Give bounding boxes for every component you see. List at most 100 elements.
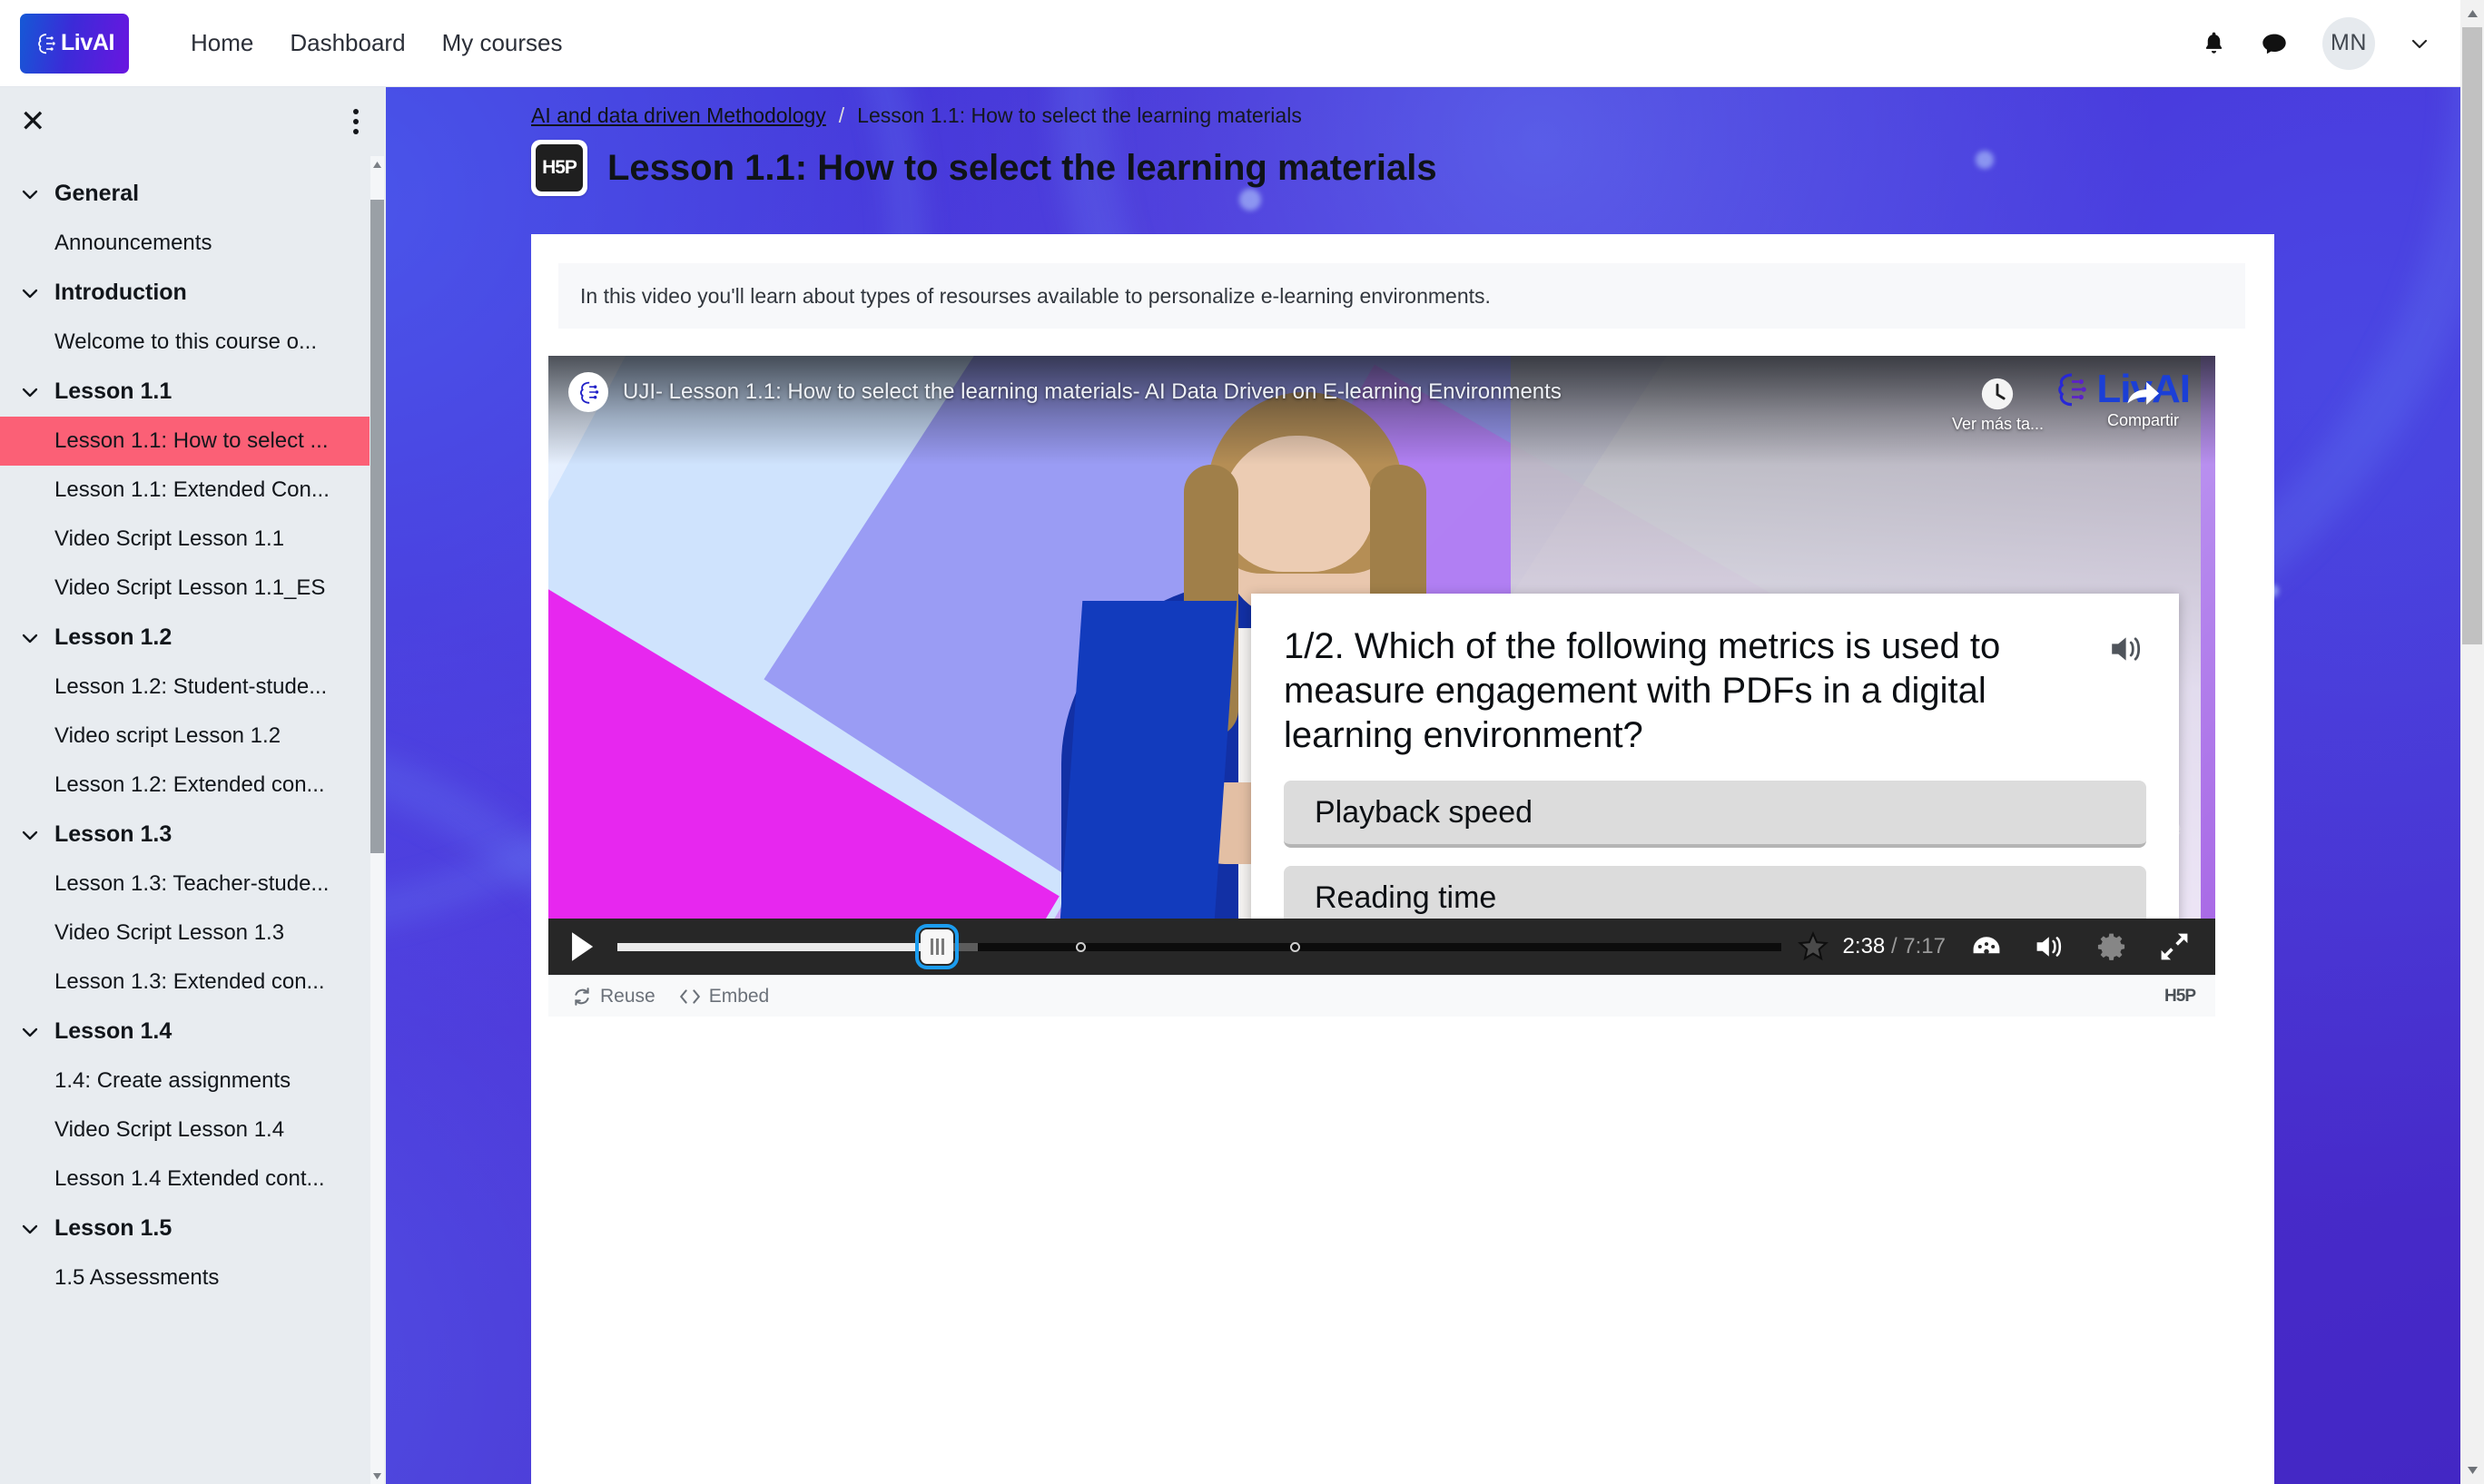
sidebar-item-video-script-lesson-1-1[interactable]: Video Script Lesson 1.1 [0,515,370,564]
seek-handle[interactable] [915,924,960,969]
time-separator: / [1890,934,1898,958]
scroll-up-icon[interactable] [370,158,384,171]
quiz-options: Playback speed Reading time [1284,781,2146,919]
sidebar-item-lesson-1-1-how-to-select[interactable]: Lesson 1.1: How to select ... [0,417,370,466]
sidebar-section-general[interactable]: General [0,169,370,219]
page-scrollbar-thumb[interactable] [2462,27,2482,644]
sidebar-item-1-4-create-assignments[interactable]: 1.4: Create assignments [0,1056,370,1106]
time-display: 2:38 / 7:17 [1843,934,1946,959]
sidebar-item-announcements[interactable]: Announcements [0,219,370,268]
chevron-down-icon[interactable] [2410,34,2430,54]
reuse-button[interactable]: Reuse [572,986,656,1007]
chevron-down-icon [22,830,38,840]
youtube-overlay-actions: Ver más ta... Compartir [1952,376,2179,434]
h5p-interactive-video[interactable]: UJI- Lesson 1.1: How to select the learn… [548,356,2215,919]
chevron-down-icon [22,289,38,298]
embed-button[interactable]: Embed [679,985,770,1007]
play-icon[interactable] [568,931,596,962]
quiz-option-2[interactable]: Reading time [1284,866,2146,919]
nav-link-my-courses[interactable]: My courses [442,29,563,57]
sidebar-item-lesson-1-1-extended-con[interactable]: Lesson 1.1: Extended Con... [0,466,370,515]
nav-link-dashboard[interactable]: Dashboard [290,29,405,57]
nav-link-home[interactable]: Home [191,29,253,57]
sidebar-section-introduction[interactable]: Introduction [0,268,370,318]
h5p-footer-logo[interactable]: H5P [2164,987,2196,1007]
sidebar-item-lesson-1-2-student-stude[interactable]: Lesson 1.2: Student-stude... [0,663,370,712]
h5p-icon: H5P [531,140,587,196]
page-scroll-down-icon[interactable] [2460,1459,2484,1482]
seek-bar[interactable] [617,919,1781,975]
video-controls-bar: 2:38 / 7:17 [548,919,2215,975]
sidebar-item-video-script-lesson-1-1-es[interactable]: Video Script Lesson 1.1_ES [0,564,370,613]
sidebar-section-lesson-1-4[interactable]: Lesson 1.4 [0,1007,370,1056]
share-arrow-icon [2127,381,2160,405]
page-scrollbar[interactable] [2460,0,2484,1484]
interactive-quiz-overlay[interactable]: 1/2. Which of the following metrics is u… [1251,594,2179,919]
livai-logo[interactable]: LivAI [20,13,129,74]
brain-circuit-icon [38,33,55,54]
breadcrumb-course-link[interactable]: AI and data driven Methodology [531,103,826,128]
breadcrumb-separator: / [838,103,845,127]
clock-icon [1982,378,2014,410]
bookmark-marker[interactable] [1075,942,1086,952]
watch-later-label: Ver más ta... [1951,415,2044,433]
chevron-down-icon [22,1027,38,1037]
volume-icon[interactable] [2034,932,2066,961]
video-title-bar: UJI- Lesson 1.1: How to select the learn… [568,372,1562,412]
bookmark-marker[interactable] [1289,942,1300,952]
sidebar-section-lesson-1-1[interactable]: Lesson 1.1 [0,367,370,417]
chevron-down-icon [22,1224,38,1233]
sidebar-item-welcome-to-this-course-o[interactable]: Welcome to this course o... [0,318,370,367]
uji-brain-icon [568,372,608,412]
avatar[interactable]: MN [2322,16,2375,70]
sidebar-item-lesson-1-3-extended-con[interactable]: Lesson 1.3: Extended con... [0,958,370,1007]
sidebar-section-lesson-1-5[interactable]: Lesson 1.5 [0,1204,370,1253]
quiz-option-1[interactable]: Playback speed [1284,781,2146,849]
primary-nav: Home Dashboard My courses [191,29,562,57]
notification-bell-icon[interactable] [2202,30,2226,57]
sidebar-header: ✕ [0,87,386,156]
sidebar-item-1-5-assessments[interactable]: 1.5 Assessments [0,1253,370,1302]
sidebar-scrollbar-thumb[interactable] [370,200,384,853]
sidebar-section-label: Lesson 1.3 [54,821,172,847]
speaker-icon[interactable] [2108,632,2146,671]
sidebar-item-lesson-1-4-extended-cont[interactable]: Lesson 1.4 Extended cont... [0,1155,370,1204]
sidebar-section-lesson-1-3[interactable]: Lesson 1.3 [0,810,370,860]
course-index-sidebar: ✕ General Announcements Introduction Welcom… [0,87,386,1484]
page-title-row: H5P Lesson 1.1: How to select the learni… [531,140,1437,196]
watch-later-action[interactable]: Ver más ta... [1952,376,2044,434]
activity-description: In this video you'll learn about types o… [558,263,2245,329]
quiz-question: 1/2. Which of the following metrics is u… [1284,626,2001,755]
sidebar-item-video-script-lesson-1-3[interactable]: Video Script Lesson 1.3 [0,909,370,958]
share-label: Compartir [2106,411,2179,429]
scroll-down-icon[interactable] [370,1469,384,1482]
sidebar-item-video-script-lesson-1-2[interactable]: Video script Lesson 1.2 [0,712,370,761]
embed-code-icon [679,988,700,1004]
playback-rate-icon[interactable] [1970,933,2003,960]
nav-utilities: MN [2202,16,2430,70]
reuse-icon [575,987,589,1006]
sidebar-item-video-script-lesson-1-4[interactable]: Video Script Lesson 1.4 [0,1106,370,1155]
activity-card: In this video you'll learn about types o… [531,234,2274,1484]
chevron-down-icon [22,634,38,643]
course-index-list: General Announcements Introduction Welcome … [0,156,370,1302]
share-action[interactable]: Compartir [2107,376,2179,430]
messages-icon[interactable] [2261,31,2288,56]
quiz-body: 1/2. Which of the following metrics is u… [1251,594,2179,919]
fullscreen-icon[interactable] [2159,931,2190,962]
chevron-down-icon [22,190,38,199]
sidebar-item-lesson-1-3-teacher-stude[interactable]: Lesson 1.3: Teacher-stude... [0,860,370,909]
embed-label: Embed [708,985,770,1007]
page-scroll-up-icon[interactable] [2460,2,2484,25]
page-title: Lesson 1.1: How to select the learning m… [607,147,1437,188]
more-options-icon[interactable] [351,109,360,134]
sidebar-item-lesson-1-2-extended-con[interactable]: Lesson 1.2: Extended con... [0,761,370,810]
close-icon[interactable]: ✕ [20,106,46,137]
main-content: AI and data driven Methodology / Lesson … [386,87,2460,1484]
brand-name: LivAI [60,30,115,55]
sidebar-section-label: Lesson 1.1 [54,378,172,404]
settings-gear-icon[interactable] [2097,931,2128,962]
bookmark-star-icon[interactable] [1797,931,1828,962]
sidebar-section-lesson-1-2[interactable]: Lesson 1.2 [0,613,370,663]
page-body: ✕ General Announcements Introduction Welcom… [0,87,2484,1484]
